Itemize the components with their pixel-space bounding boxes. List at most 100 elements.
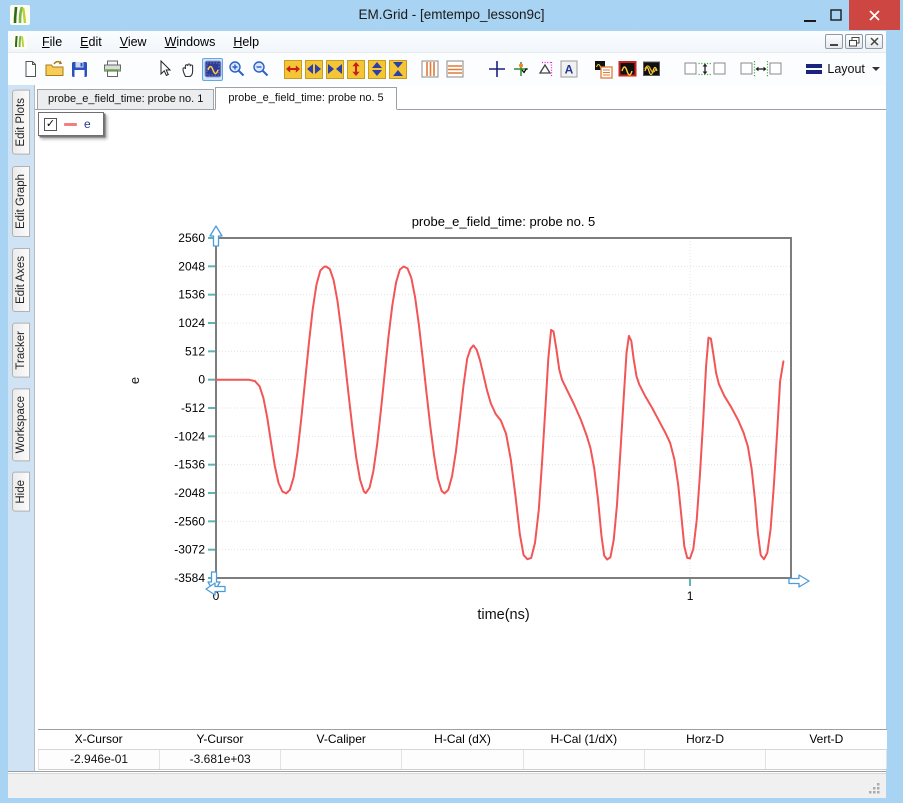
new-file-button[interactable] (20, 58, 41, 81)
vertical-gridlines-button[interactable] (420, 58, 441, 81)
chevron-down-icon (872, 67, 880, 71)
mdi-close-icon (870, 37, 879, 46)
mdi-close-button[interactable] (865, 34, 883, 49)
cursor-column-header: Vert-D (766, 730, 887, 750)
y-tick-label: 2560 (178, 231, 205, 245)
horizontal-gridlines-button[interactable] (444, 58, 465, 81)
mdi-minimize-icon (830, 44, 838, 46)
y-tick-label: -3584 (174, 571, 205, 585)
resize-grip[interactable] (868, 782, 880, 794)
stretch-x-icon (285, 61, 301, 77)
y-axis-label: e (127, 377, 142, 384)
crosshair-button[interactable] (486, 58, 507, 81)
mdi-restore-button[interactable] (845, 34, 863, 49)
shrink-x-button[interactable] (326, 60, 344, 79)
application-window: { "window": { "title": "EM.Grid - [emtem… (0, 0, 903, 803)
shrink-y-button[interactable] (389, 60, 407, 79)
layout-dropdown-button[interactable]: Layout (800, 60, 886, 78)
minimize-icon (804, 20, 816, 22)
y-tick-label: -2560 (174, 514, 205, 528)
mdi-minimize-button[interactable] (825, 34, 843, 49)
legend-series-label: e (84, 117, 91, 131)
print-button[interactable] (102, 58, 123, 81)
zoom-out-button[interactable] (251, 58, 272, 81)
stretch-y-icon (348, 61, 364, 77)
chart-plot-area[interactable]: 25602048153610245120-512-1024-1536-2048-… (131, 215, 811, 615)
zoom-out-icon (252, 60, 270, 78)
menu-help[interactable]: Help (224, 31, 268, 53)
link-y-axes-button[interactable] (683, 58, 727, 81)
svg-text:A: A (565, 63, 574, 77)
x-axis-label: time(ns) (216, 607, 791, 623)
sidebar-tab-edit-graph[interactable]: Edit Graph (12, 166, 30, 237)
x-axis-left-arrow[interactable] (206, 583, 225, 595)
cursor-column-header: Horz-D (644, 730, 765, 750)
window-title: EM.Grid - [emtempo_lesson9c] (0, 0, 903, 30)
cursor-value-cell: -2.946e-01 (39, 750, 160, 769)
close-icon (868, 9, 881, 22)
y-tick-label: -2048 (174, 486, 205, 500)
shrink-y-icon (390, 61, 406, 77)
sidebar-tab-edit-axes[interactable]: Edit Axes (12, 248, 30, 312)
cursor-header-row: X-CursorY-CursorV-CaliperH-Cal (dX)H-Cal… (38, 730, 887, 750)
y-axis-top-arrow[interactable] (210, 226, 222, 246)
zoom-in-icon (228, 60, 246, 78)
minimize-button[interactable] (797, 0, 823, 30)
legend-line-sample (64, 123, 77, 126)
cursor-value-cell (766, 750, 887, 769)
sidebar-tab-hide[interactable]: Hide (12, 472, 30, 512)
open-file-button[interactable] (44, 58, 65, 81)
cursor-column-header: H-Cal (dX) (402, 730, 523, 750)
horizontal-gridlines-icon (446, 60, 464, 78)
curve-window-button[interactable] (617, 58, 638, 81)
curves-window-icon (642, 60, 661, 78)
maximize-button[interactable] (823, 0, 849, 30)
open-folder-icon (45, 60, 64, 78)
menu-edit[interactable]: Edit (71, 31, 111, 53)
legend-button[interactable] (592, 58, 613, 81)
y-tick-label: -1536 (174, 458, 205, 472)
menu-windows[interactable]: Windows (156, 31, 225, 53)
close-button[interactable] (849, 0, 900, 30)
tracker-icon (512, 60, 530, 78)
sidebar-tab-workspace[interactable]: Workspace (12, 388, 30, 461)
curve-window-icon (618, 60, 637, 78)
cursor-column-header: H-Cal (1/dX) (523, 730, 644, 750)
text-annotation-button[interactable]: A (559, 58, 580, 81)
delta-marker-icon (536, 60, 554, 78)
link-y-axes-icon (684, 59, 726, 79)
zoom-to-box-button[interactable] (202, 58, 223, 81)
cursor-value-cell (645, 750, 766, 769)
expand-x-button[interactable] (305, 60, 323, 79)
titlebar[interactable]: EM.Grid - [emtempo_lesson9c] (0, 0, 903, 31)
sidebar-tab-edit-plots[interactable]: Edit Plots (12, 90, 30, 155)
vertical-gridlines-icon (421, 60, 439, 78)
cursor-column-header: X-Cursor (38, 730, 159, 750)
cursor-value-cell (281, 750, 402, 769)
cursor-column-header: V-Caliper (281, 730, 402, 750)
legend-box[interactable]: ✓ e (38, 112, 104, 136)
zoom-in-button[interactable] (226, 58, 247, 81)
document-tab[interactable]: probe_e_field_time: probe no. 1 (37, 89, 214, 109)
cursor-value-cell (402, 750, 523, 769)
sidebar-tab-tracker[interactable]: Tracker (12, 323, 30, 378)
select-cursor-button[interactable] (154, 58, 175, 81)
pan-button[interactable] (178, 58, 199, 81)
stretch-y-button[interactable] (347, 60, 365, 79)
tracker-button[interactable] (510, 58, 531, 81)
link-x-axes-button[interactable] (739, 58, 783, 81)
delta-marker-button[interactable] (535, 58, 556, 81)
document-tab[interactable]: probe_e_field_time: probe no. 5 (215, 87, 396, 110)
legend-checkbox[interactable]: ✓ (44, 118, 57, 131)
zoom-to-box-icon (204, 60, 222, 78)
cursor-value-row: -2.946e-01-3.681e+03 (38, 750, 887, 770)
save-icon (71, 61, 88, 78)
menu-file[interactable]: File (33, 31, 71, 53)
expand-y-button[interactable] (368, 60, 386, 79)
y-tick-label: -512 (181, 401, 205, 415)
save-button[interactable] (69, 58, 90, 81)
curves-window-button[interactable] (641, 58, 662, 81)
menu-view[interactable]: View (111, 31, 156, 53)
expand-x-icon (306, 61, 322, 77)
stretch-x-button[interactable] (284, 60, 302, 79)
